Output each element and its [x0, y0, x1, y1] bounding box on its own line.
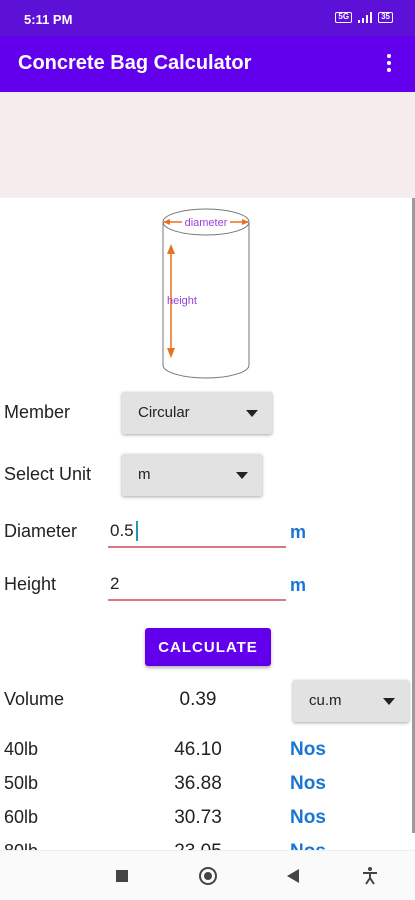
accessibility-icon[interactable] [360, 866, 380, 886]
bag-count-50lb: 36.88 [174, 773, 222, 794]
status-bar: 5:11 PM 5G 35 [0, 0, 415, 36]
overflow-menu-icon[interactable] [379, 50, 399, 76]
wifi-icon: 5G [335, 12, 353, 23]
select-unit-label: Select Unit [4, 464, 92, 484]
member-spinner-value: Circular [138, 404, 190, 421]
status-time: 5:11 PM [24, 12, 73, 27]
cylinder-diagram: diameter height [162, 208, 250, 379]
signal-icon [358, 12, 373, 23]
system-nav-bar [0, 850, 415, 900]
dropdown-caret-icon [246, 410, 258, 417]
bag-size-60lb: 60lb [4, 807, 39, 827]
bag-unit-60lb: Nos [290, 807, 326, 828]
diameter-label: diameter [185, 217, 228, 229]
app-bar: Concrete Bag Calculator [0, 36, 415, 92]
recents-square-icon[interactable] [116, 870, 128, 882]
height-label: Height [4, 574, 57, 594]
ad-banner-area [0, 92, 415, 198]
height-unit: m [290, 575, 307, 595]
height-field[interactable] [108, 571, 286, 601]
status-icons: 5G 35 [335, 12, 393, 23]
unit-spinner-value: m [138, 466, 151, 483]
diameter-unit: m [290, 522, 307, 542]
bag-unit-40lb: Nos [290, 739, 326, 760]
dropdown-caret-icon [383, 698, 395, 705]
volume-unit-spinner[interactable]: cu.m [293, 680, 409, 722]
calculate-button[interactable]: CALCULATE [145, 628, 271, 666]
member-spinner[interactable]: Circular [122, 392, 272, 434]
text-cursor [136, 521, 138, 541]
diameter-input[interactable] [108, 518, 286, 544]
diameter-label: Diameter [4, 521, 78, 541]
volume-unit-value: cu.m [309, 692, 342, 709]
bag-count-60lb: 30.73 [174, 807, 222, 828]
diameter-field[interactable] [108, 518, 286, 548]
member-label: Member [4, 402, 71, 422]
height-label: height [167, 295, 197, 307]
dropdown-caret-icon [236, 472, 248, 479]
app-title: Concrete Bag Calculator [18, 52, 252, 74]
bag-count-40lb: 46.10 [174, 739, 222, 760]
height-input[interactable] [108, 571, 286, 597]
back-triangle-icon[interactable] [287, 869, 299, 883]
bag-size-40lb: 40lb [4, 739, 39, 759]
home-circle-icon[interactable] [199, 867, 217, 885]
bag-unit-50lb: Nos [290, 773, 326, 794]
volume-label: Volume [4, 689, 65, 709]
unit-spinner[interactable]: m [122, 454, 262, 496]
bag-size-50lb: 50lb [4, 773, 39, 793]
volume-value: 0.39 [179, 689, 217, 710]
battery-icon: 35 [378, 12, 393, 23]
